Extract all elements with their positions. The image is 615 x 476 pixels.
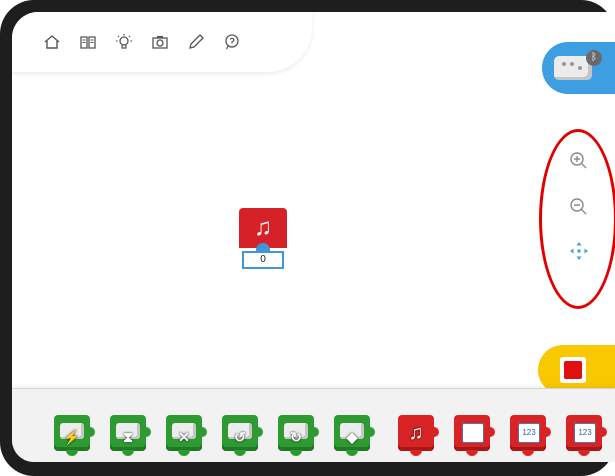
zoom-in-icon[interactable]: [565, 147, 593, 175]
sound-block-on-canvas[interactable]: ♫ 0: [239, 208, 287, 282]
hub-connection-button[interactable]: ᛒ: [542, 42, 615, 94]
block-palette: ⚡ ⧗ ✕ ↺ ↻ ◆ ♫ 123 123: [12, 388, 615, 462]
zoom-controls: [557, 147, 597, 277]
book-icon[interactable]: [70, 27, 106, 57]
bluetooth-icon: ᛒ: [586, 50, 602, 66]
background-block[interactable]: [454, 415, 495, 456]
light-block[interactable]: ◆: [334, 415, 375, 456]
camera-icon[interactable]: [142, 27, 178, 57]
motor-clockwise-block[interactable]: ↻: [278, 415, 319, 456]
add-number-icon: 123: [574, 423, 596, 443]
screen-background-icon: [462, 423, 484, 443]
lightbulb-icon[interactable]: [106, 27, 142, 57]
music-note-icon: ♫: [239, 208, 287, 248]
motor-counterclockwise-block[interactable]: ↺: [222, 415, 263, 456]
zoom-out-icon[interactable]: [565, 193, 593, 221]
home-icon[interactable]: [34, 27, 70, 57]
block-connector: [256, 243, 270, 251]
pencil-icon[interactable]: [178, 27, 214, 57]
fit-to-screen-icon[interactable]: [565, 237, 593, 265]
motor-power-block[interactable]: ⚡: [54, 415, 95, 456]
motor-stop-block[interactable]: ✕: [166, 415, 207, 456]
tablet-frame: ᛒ ♫ 0 ⚡ ⧗ ✕ ↺ ↻ ◆ ♫ 123 123: [0, 0, 615, 476]
top-toolbar: [12, 12, 312, 72]
music-note-icon: ♫: [408, 422, 424, 444]
display-number-block[interactable]: 123: [510, 415, 551, 456]
motor-time-block[interactable]: ⧗: [110, 415, 151, 456]
app-screen: ᛒ ♫ 0 ⚡ ⧗ ✕ ↺ ↻ ◆ ♫ 123 123: [12, 12, 615, 462]
help-icon[interactable]: [214, 27, 250, 57]
add-to-display-block[interactable]: 123: [566, 415, 607, 456]
sound-block[interactable]: ♫: [398, 415, 439, 456]
stop-icon: [560, 357, 586, 383]
block-input-value[interactable]: 0: [242, 251, 284, 269]
number-display-icon: 123: [518, 423, 540, 443]
